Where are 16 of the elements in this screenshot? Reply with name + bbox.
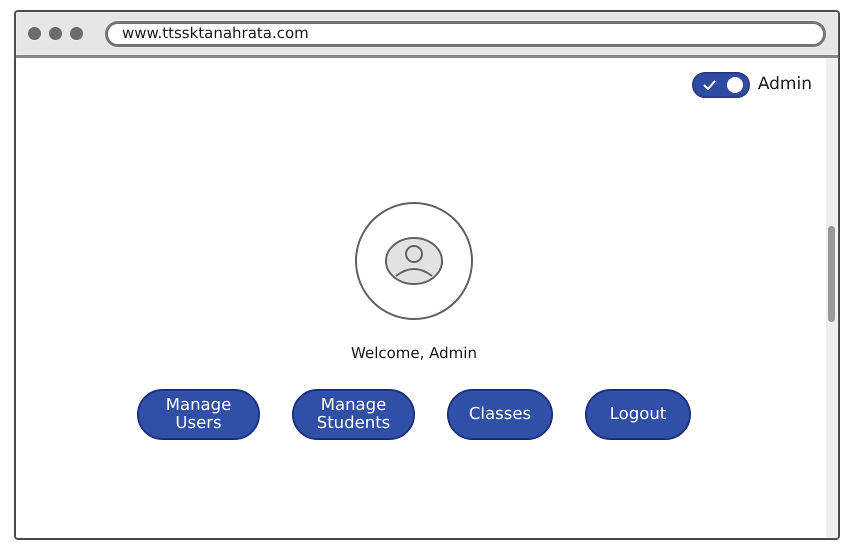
check-icon: [702, 80, 716, 90]
toggle-knob: [726, 77, 743, 93]
welcome-message: Welcome, Admin: [351, 343, 477, 364]
action-button[interactable]: Classes: [447, 388, 553, 440]
action-button[interactable]: Manage Students: [292, 388, 415, 440]
window-control-dot[interactable]: [49, 27, 62, 40]
address-bar[interactable]: www.ttssktanahrata.com: [105, 20, 826, 46]
toggle-switch[interactable]: [692, 72, 750, 98]
toggle-label: Admin: [758, 73, 812, 96]
window-control-dot[interactable]: [28, 27, 41, 40]
action-button[interactable]: Logout: [585, 388, 691, 440]
action-button[interactable]: Manage Users: [137, 388, 260, 440]
scrollbar-thumb[interactable]: [828, 226, 835, 322]
scrollbar[interactable]: [826, 58, 838, 538]
window-control-dot[interactable]: [70, 27, 83, 40]
user-icon: [384, 236, 444, 286]
